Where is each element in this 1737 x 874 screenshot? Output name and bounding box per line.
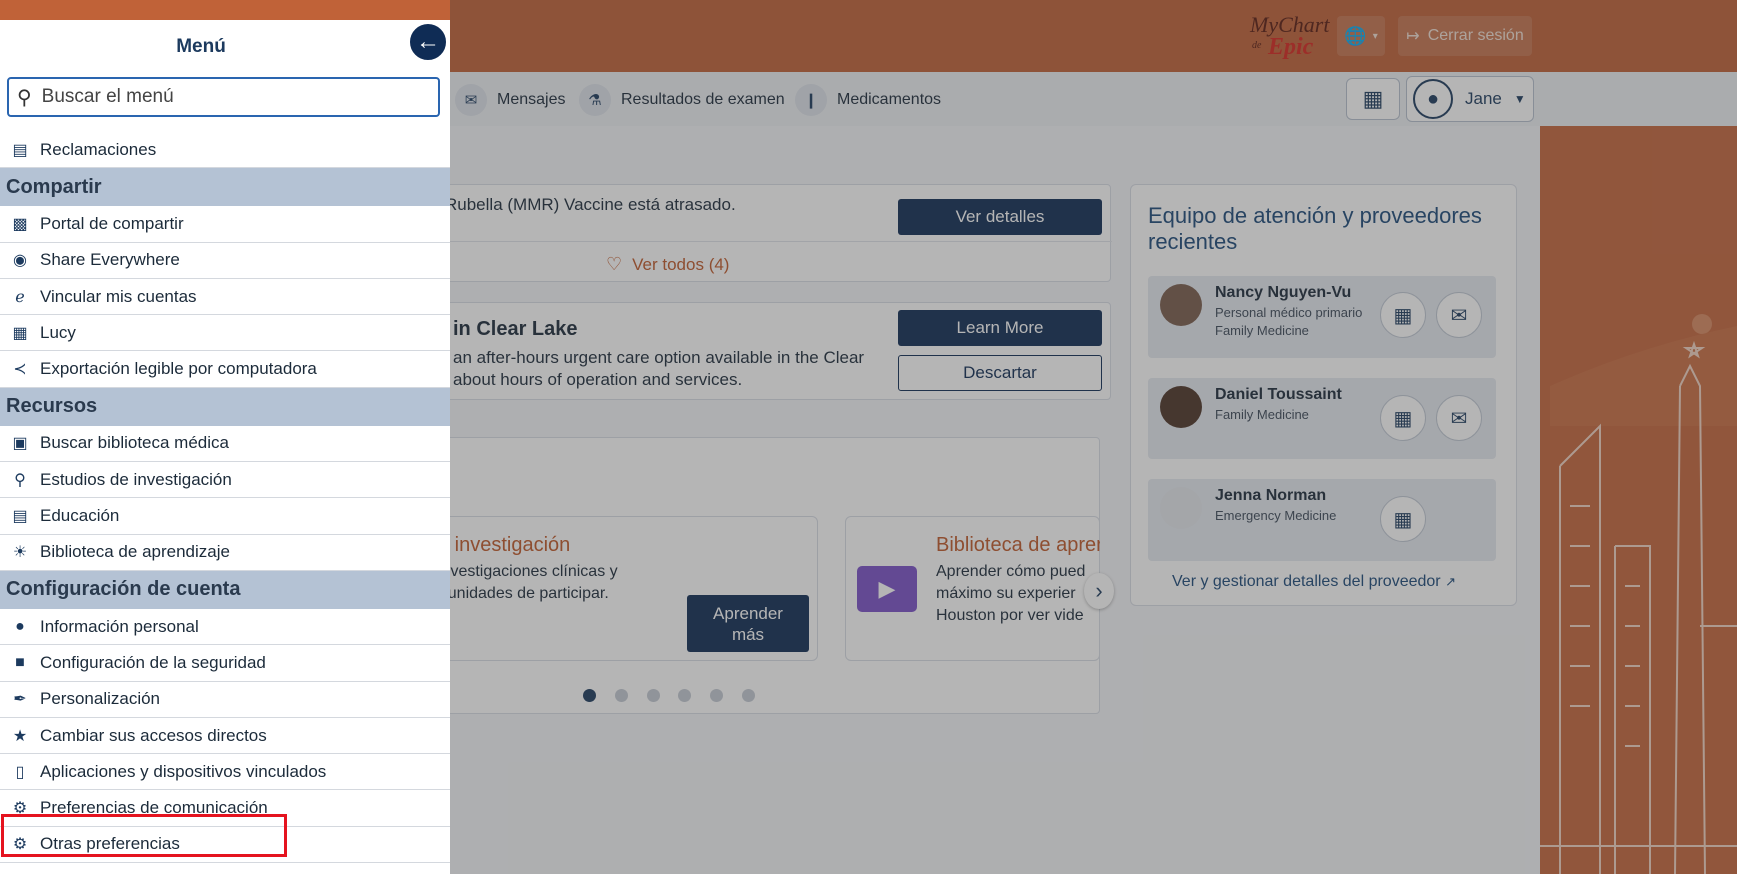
menu-item[interactable]: ⚙ Otras preferencias xyxy=(0,827,450,864)
menu-section-header: Recursos xyxy=(0,387,450,426)
menu-item[interactable]: ⚙ Preferencias de comunicación xyxy=(0,790,450,827)
device-link-icon: ▯ xyxy=(15,763,25,781)
menu-item-label: Personalización xyxy=(40,689,161,709)
search-icon: ⚲ xyxy=(17,86,32,109)
menu-list: ▤ Reclamaciones Compartir ▩ Portal de compar… xyxy=(0,132,450,864)
menu-item-label: Educación xyxy=(40,506,120,526)
menu-item[interactable]: ℯ Vincular mis cuentas xyxy=(0,279,450,316)
menu-item-label: Información personal xyxy=(40,616,199,636)
menu-item-label: Share Everywhere xyxy=(40,250,180,270)
close-menu-button[interactable]: ← xyxy=(408,22,448,62)
menu-item-label: Cambiar sus accesos directos xyxy=(40,725,267,745)
lock-icon: ■ xyxy=(15,653,25,671)
menu-item-label: Biblioteca de aprendizaje xyxy=(40,542,230,562)
research-icon: ⚲ xyxy=(14,471,26,489)
menu-section-header: Configuración de cuenta xyxy=(0,570,450,609)
code-export-icon: ≺ xyxy=(13,361,27,379)
menu-item-label: Lucy xyxy=(40,322,76,342)
person-icon: ● xyxy=(15,617,25,635)
menu-item[interactable]: ▯ Aplicaciones y dispositivos vinculados xyxy=(0,754,450,791)
paintbrush-icon: ✒ xyxy=(13,691,27,709)
book-icon: ▤ xyxy=(12,508,28,526)
menu-item-label: Reclamaciones xyxy=(40,139,157,159)
menu-item-label: Vincular mis cuentas xyxy=(40,286,197,306)
menu-item[interactable]: ▦ Lucy xyxy=(0,315,450,352)
star-icon: ★ xyxy=(12,727,28,745)
menu-item[interactable]: ⚲ Estudios de investigación xyxy=(0,462,450,499)
medical-library-icon: ▣ xyxy=(12,435,28,453)
menu-search-input[interactable] xyxy=(39,85,410,109)
menu-item-label: Configuración de la seguridad xyxy=(40,652,266,672)
menu-item[interactable]: ★ Cambiar sus accesos directos xyxy=(0,718,450,755)
menu-item-label: Aplicaciones y dispositivos vinculados xyxy=(40,761,327,781)
menu-item[interactable]: ▣ Buscar biblioteca médica xyxy=(0,426,450,463)
menu-section-label: Compartir xyxy=(6,175,102,198)
menu-section-label: Configuración de cuenta xyxy=(6,578,241,601)
menu-item[interactable]: ▤ Reclamaciones xyxy=(0,132,450,169)
arrow-left-icon: ← xyxy=(416,28,440,55)
lucy-icon: ▦ xyxy=(12,324,28,342)
menu-item[interactable]: ≺ Exportación legible por computadora xyxy=(0,351,450,388)
menu-item-label: Buscar biblioteca médica xyxy=(40,433,229,453)
menu-drawer: Menú ← ⚲ ▤ Reclamaciones Compartir ▩ Portal … xyxy=(0,20,450,874)
menu-item-label: Exportación legible por computadora xyxy=(40,359,317,379)
share-portal-icon: ▩ xyxy=(12,215,28,233)
link-accounts-icon: ℯ xyxy=(15,288,25,306)
menu-item[interactable]: ● Información personal xyxy=(0,609,450,646)
document-icon: ▤ xyxy=(12,141,28,159)
phone-gear-icon: ⚙ xyxy=(12,800,28,818)
menu-item[interactable]: ▩ Portal de compartir xyxy=(0,206,450,243)
menu-item[interactable]: ◉ Share Everywhere xyxy=(0,243,450,279)
menu-section-label: Recursos xyxy=(6,395,98,418)
menu-item[interactable]: ▤ Educación xyxy=(0,498,450,535)
menu-item[interactable]: ✒ Personalización xyxy=(0,682,450,718)
gear-icon: ⚙ xyxy=(12,836,28,854)
menu-search[interactable]: ⚲ xyxy=(7,77,440,117)
menu-title: Menú xyxy=(176,36,226,57)
modal-overlay[interactable] xyxy=(450,0,1737,874)
globe-share-icon: ◉ xyxy=(13,252,27,270)
menu-item[interactable]: ☀ Biblioteca de aprendizaje xyxy=(0,535,450,571)
lightbulb-icon: ☀ xyxy=(12,544,28,562)
menu-item-label: Otras preferencias xyxy=(40,834,180,854)
menu-item-label: Portal de compartir xyxy=(40,213,184,233)
menu-section-header: Compartir xyxy=(0,168,450,207)
menu-item[interactable]: ■ Configuración de la seguridad xyxy=(0,645,450,682)
menu-item-label: Preferencias de comunicación xyxy=(40,798,268,818)
menu-item-label: Estudios de investigación xyxy=(40,469,232,489)
